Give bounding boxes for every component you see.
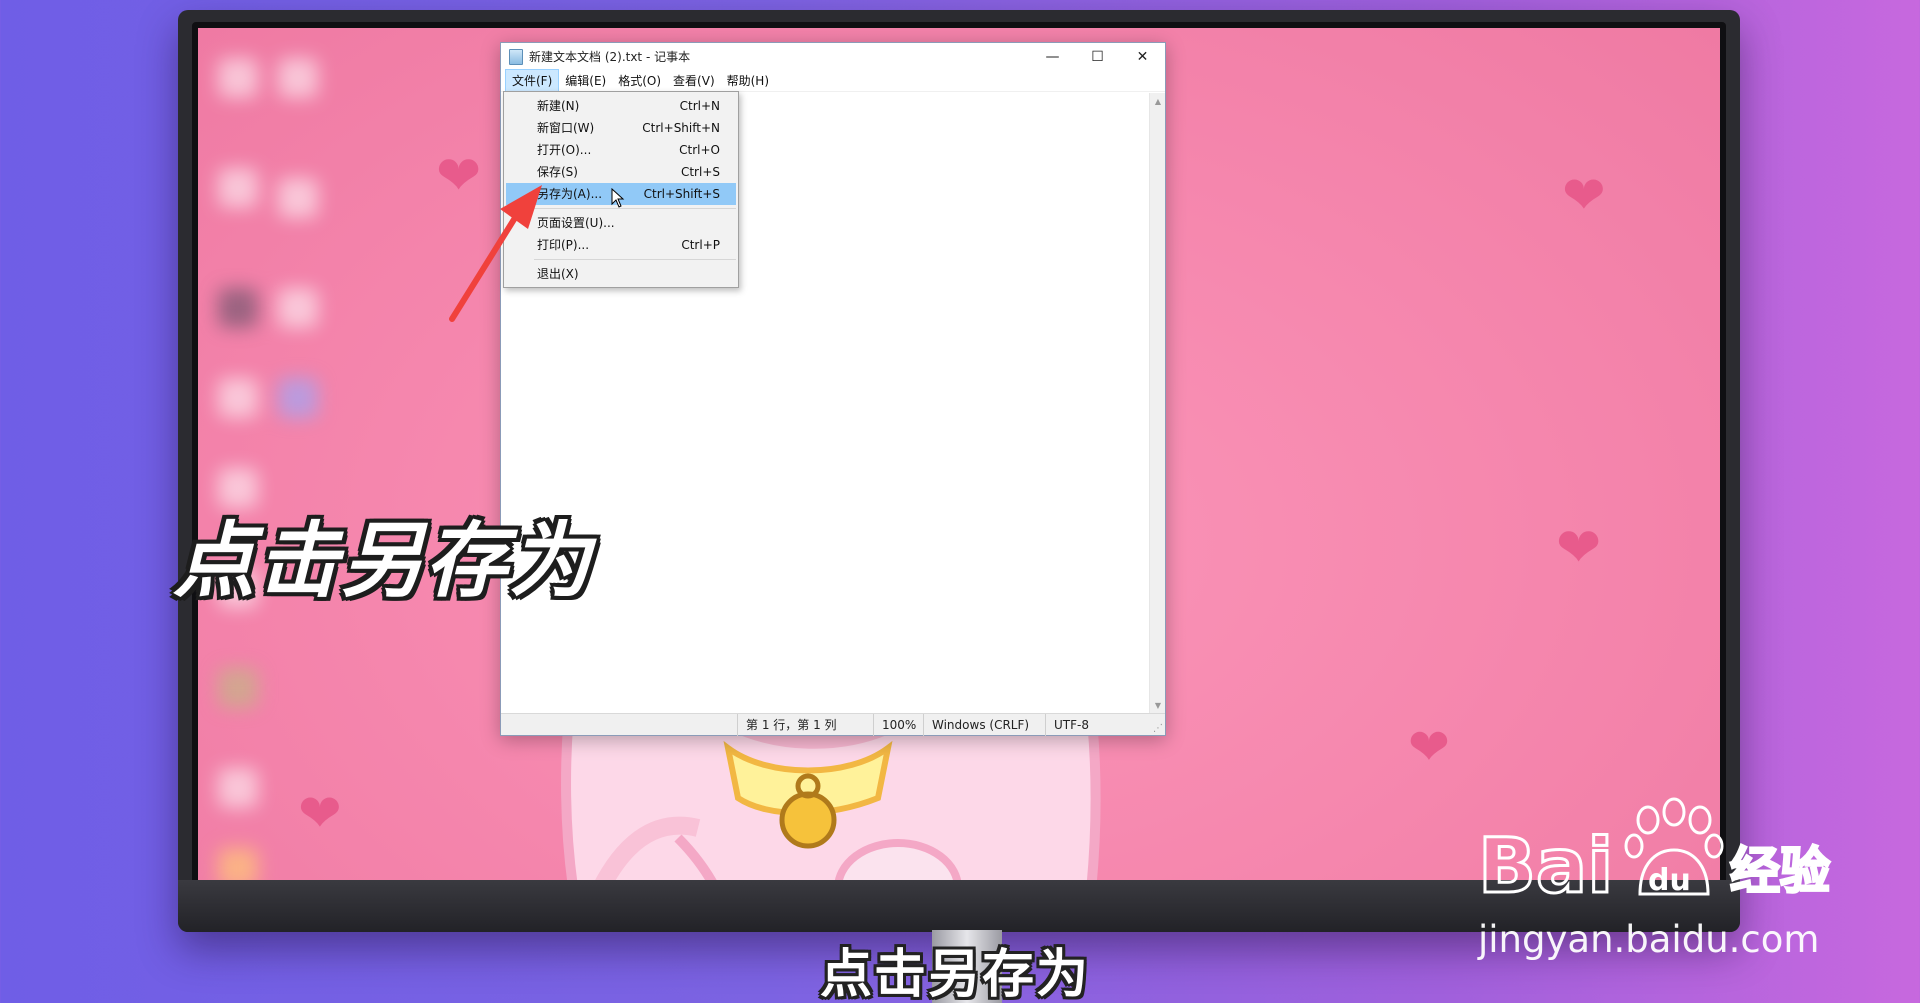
heart-icon: ❤: [1408, 718, 1450, 776]
desktop-icon[interactable]: [218, 378, 258, 418]
notepad-titlebar[interactable]: 新建文本文档 (2).txt - 记事本 — ☐ ✕: [501, 43, 1165, 70]
desktop-icon[interactable]: [278, 58, 318, 98]
heart-icon: ❤: [1556, 516, 1602, 579]
minimize-button[interactable]: —: [1030, 43, 1075, 70]
red-arrow-annotation-icon: [449, 185, 542, 322]
desktop-icon[interactable]: [218, 58, 258, 98]
window-title: 新建文本文档 (2).txt - 记事本: [529, 50, 691, 64]
menu-item-label: 页面设置(U)...: [537, 216, 615, 230]
baidu-jingyan-watermark: Bai du 经验 jingyan.baidu.com: [1478, 792, 1888, 962]
maximize-button[interactable]: ☐: [1075, 43, 1120, 70]
overlay-caption: 点击另存为: [173, 514, 593, 609]
menu-item-shortcut: Ctrl+Shift+N: [642, 121, 720, 135]
desktop-icon[interactable]: [278, 178, 318, 218]
baidu-logo-du: du: [1648, 863, 1691, 898]
desktop-icon[interactable]: [218, 288, 258, 328]
menu-edit[interactable]: 编辑(E): [559, 70, 612, 91]
statusbar: 第 1 行，第 1 列 100% Windows (CRLF) UTF-8 ⋰: [501, 713, 1165, 736]
scroll-up-icon[interactable]: ▲: [1150, 93, 1166, 109]
menu-item-label: 新窗口(W): [537, 121, 595, 135]
monitor-screen: ❤ ❤ ❤ ❤ ❤ ❤ ❤ ❤ 新建文本文档 (2).txt - 记事本 — ☐…: [192, 22, 1726, 892]
vertical-scrollbar[interactable]: ▲ ▼: [1149, 93, 1165, 713]
menu-view[interactable]: 查看(V): [667, 70, 721, 91]
resize-grip-icon[interactable]: ⋰: [1153, 723, 1163, 734]
desktop-icon[interactable]: [218, 168, 258, 208]
desktop-icon[interactable]: [218, 668, 258, 708]
desktop-wallpaper: ❤ ❤ ❤ ❤ ❤ ❤ ❤ ❤ 新建文本文档 (2).txt - 记事本 — ☐…: [198, 28, 1720, 886]
status-cursor-position: 第 1 行，第 1 列: [737, 714, 873, 736]
notepad-window[interactable]: 新建文本文档 (2).txt - 记事本 — ☐ ✕ 文件(F) 编辑(E) 格…: [500, 42, 1166, 736]
menu-item-shortcut: Ctrl+P: [681, 238, 720, 252]
status-encoding: UTF-8: [1045, 714, 1145, 736]
status-zoom: 100%: [873, 714, 923, 736]
menu-help[interactable]: 帮助(H): [721, 70, 775, 91]
menu-item-shortcut: Ctrl+Shift+S: [643, 187, 720, 201]
desktop-icons-blurred: [208, 48, 318, 886]
close-button[interactable]: ✕: [1120, 43, 1165, 70]
menu-file[interactable]: 文件(F): [505, 69, 560, 92]
menu-item-label: 新建(N): [537, 99, 580, 113]
menu-item-shortcut: Ctrl+O: [679, 143, 720, 157]
menu-item-shortcut: Ctrl+S: [680, 165, 720, 179]
menu-separator: [534, 208, 736, 209]
status-line-ending: Windows (CRLF): [923, 714, 1045, 736]
menu-item-label: 打开(O)...: [537, 143, 592, 157]
desktop-icon[interactable]: [278, 378, 318, 418]
menu-item-shortcut: Ctrl+N: [679, 99, 720, 113]
desktop-icon[interactable]: [278, 288, 318, 328]
menu-item-open[interactable]: 打开(O)... Ctrl+O: [506, 139, 736, 161]
watermark-url: jingyan.baidu.com: [1478, 918, 1820, 961]
baidu-paw-icon: du: [1624, 797, 1724, 898]
menu-item-new-window[interactable]: 新窗口(W) Ctrl+Shift+N: [506, 117, 736, 139]
scroll-down-icon[interactable]: ▼: [1150, 697, 1166, 713]
heart-icon: ❤: [1562, 166, 1606, 226]
menu-item-new[interactable]: 新建(N) Ctrl+N: [506, 95, 736, 117]
menu-separator: [534, 259, 736, 260]
menubar: 文件(F) 编辑(E) 格式(O) 查看(V) 帮助(H): [501, 69, 1165, 92]
baidu-logo: Bai du 经验: [1478, 797, 1831, 912]
menu-item-save[interactable]: 保存(S) Ctrl+S: [506, 161, 736, 183]
video-subtitle: 点击另存为: [820, 945, 1091, 1003]
menu-format[interactable]: 格式(O): [612, 70, 667, 91]
heart-icon: ❤: [298, 784, 342, 844]
mouse-cursor-icon: [611, 188, 625, 208]
menu-item-label: 保存(S): [537, 165, 578, 179]
baidu-logo-cn: 经验: [1730, 842, 1830, 900]
baidu-logo-latin: Bai: [1478, 821, 1613, 910]
desktop-icon[interactable]: [218, 768, 258, 808]
notepad-app-icon: [509, 48, 523, 65]
